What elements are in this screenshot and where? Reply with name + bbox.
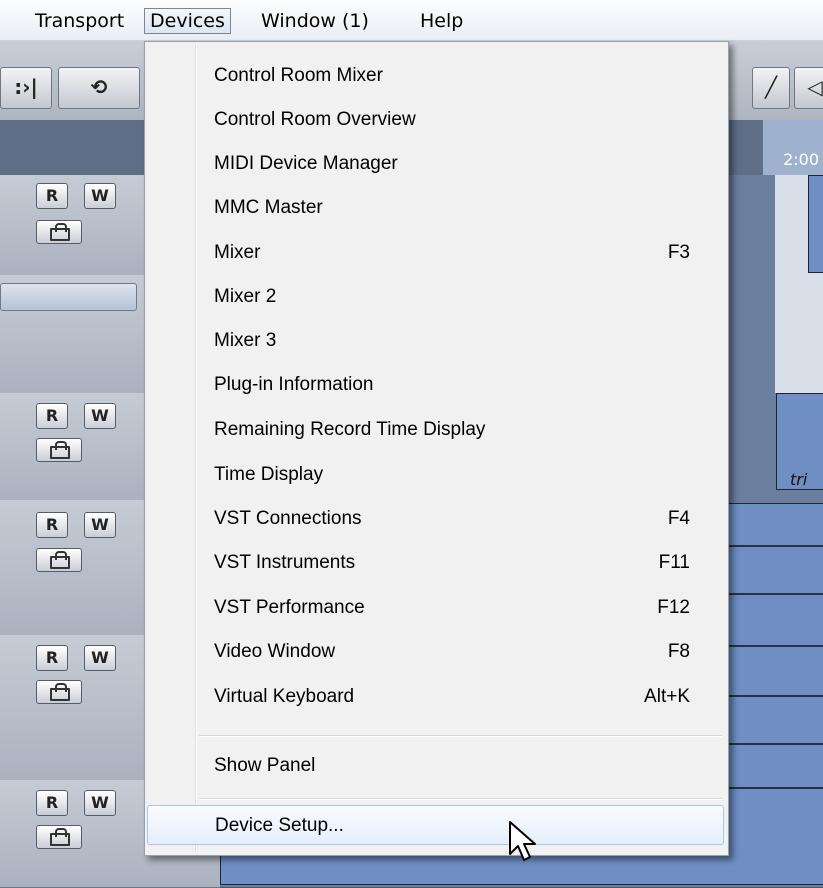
- cycle-icon[interactable]: ⟲: [58, 67, 140, 109]
- menu-item-vst-performance[interactable]: VST Performance F12: [147, 588, 724, 628]
- menu-item-time-display[interactable]: Time Display: [147, 455, 724, 495]
- write-button[interactable]: W: [84, 512, 116, 538]
- read-button[interactable]: R: [36, 645, 68, 671]
- menu-item-mixer-2[interactable]: Mixer 2: [147, 277, 724, 317]
- menu-window[interactable]: Window (1): [256, 8, 374, 34]
- menu-item-show-panel[interactable]: Show Panel: [147, 746, 724, 786]
- menu-separator: [199, 735, 722, 737]
- menu-item-shortcut: F11: [658, 552, 690, 573]
- menu-item-shortcut: F8: [667, 641, 690, 662]
- menu-item-label: Control Room Overview: [214, 109, 416, 130]
- menu-item-label: Device Setup...: [215, 815, 344, 836]
- menu-item-control-room-overview[interactable]: Control Room Overview: [147, 100, 724, 140]
- clip-area: [775, 275, 823, 393]
- midi-clip[interactable]: [808, 175, 823, 273]
- lock-icon[interactable]: [36, 825, 82, 849]
- write-button[interactable]: W: [84, 183, 116, 209]
- track-name-field[interactable]: [0, 283, 137, 311]
- menu-item-label: VST Instruments: [214, 552, 356, 573]
- write-button[interactable]: W: [84, 403, 116, 429]
- menu-item-label: Show Panel: [214, 755, 316, 776]
- menu-help[interactable]: Help: [415, 8, 468, 34]
- menu-item-label: Video Window: [214, 641, 336, 662]
- lock-icon[interactable]: [36, 220, 82, 244]
- lock-icon[interactable]: [36, 680, 82, 704]
- menu-item-shortcut: Alt+K: [644, 686, 690, 707]
- menu-item-shortcut: F4: [667, 508, 690, 529]
- read-button[interactable]: R: [36, 512, 68, 538]
- menu-item-label: Mixer: [214, 242, 261, 263]
- menu-item-label: VST Connections: [214, 508, 362, 529]
- write-button[interactable]: W: [84, 790, 116, 816]
- read-button[interactable]: R: [36, 183, 68, 209]
- menu-item-vst-instruments[interactable]: VST Instruments F11: [147, 543, 724, 583]
- menu-item-mixer[interactable]: Mixer F3: [147, 233, 724, 273]
- menu-item-label: Plug-in Information: [214, 374, 374, 395]
- write-button[interactable]: W: [84, 645, 116, 671]
- clip-name-label: tri: [790, 470, 808, 489]
- menu-item-label: Mixer 2: [214, 286, 277, 307]
- menu-item-label: Control Room Mixer: [214, 65, 383, 86]
- menu-transport[interactable]: Transport: [30, 8, 129, 34]
- read-button[interactable]: R: [36, 403, 68, 429]
- menu-item-midi-device-manager[interactable]: MIDI Device Manager: [147, 144, 724, 184]
- menu-item-video-window[interactable]: Video Window F8: [147, 632, 724, 672]
- skip-end-icon[interactable]: :›|: [0, 67, 52, 109]
- menu-item-mixer-3[interactable]: Mixer 3: [147, 321, 724, 361]
- menu-item-remaining-record-time[interactable]: Remaining Record Time Display: [147, 410, 724, 450]
- lock-icon[interactable]: [36, 548, 82, 572]
- menu-item-label: MMC Master: [214, 197, 323, 218]
- menu-item-label: Remaining Record Time Display: [214, 419, 486, 440]
- mouse-cursor-icon: [509, 821, 536, 861]
- menu-item-control-room-mixer[interactable]: Control Room Mixer: [147, 56, 724, 96]
- menu-item-label: VST Performance: [214, 597, 365, 618]
- lock-icon[interactable]: [36, 438, 82, 462]
- menu-item-label: Time Display: [214, 464, 324, 485]
- menu-item-label: Virtual Keyboard: [214, 686, 355, 707]
- read-button[interactable]: R: [36, 790, 68, 816]
- menu-item-label: MIDI Device Manager: [214, 153, 398, 174]
- menu-item-plugin-information[interactable]: Plug-in Information: [147, 365, 724, 405]
- menu-item-shortcut: F12: [657, 597, 690, 618]
- menu-item-label: Mixer 3: [214, 330, 277, 351]
- menu-item-shortcut: F3: [667, 242, 690, 263]
- speaker-tool-icon[interactable]: ◁: [794, 67, 823, 109]
- menu-devices[interactable]: Devices: [144, 8, 231, 34]
- menu-item-mmc-master[interactable]: MMC Master: [147, 188, 724, 228]
- menu-separator: [199, 798, 722, 800]
- ruler-time-label: 2:00: [763, 120, 823, 175]
- draw-tool-icon[interactable]: ╱: [752, 67, 790, 109]
- menu-item-vst-connections[interactable]: VST Connections F4: [147, 499, 724, 539]
- menu-item-device-setup[interactable]: Device Setup...: [147, 805, 724, 845]
- devices-menu: Control Room Mixer Control Room Overview…: [144, 41, 729, 856]
- menu-item-virtual-keyboard[interactable]: Virtual Keyboard Alt+K: [147, 677, 724, 717]
- menu-bar: Transport Devices Window (1) Help: [0, 0, 823, 41]
